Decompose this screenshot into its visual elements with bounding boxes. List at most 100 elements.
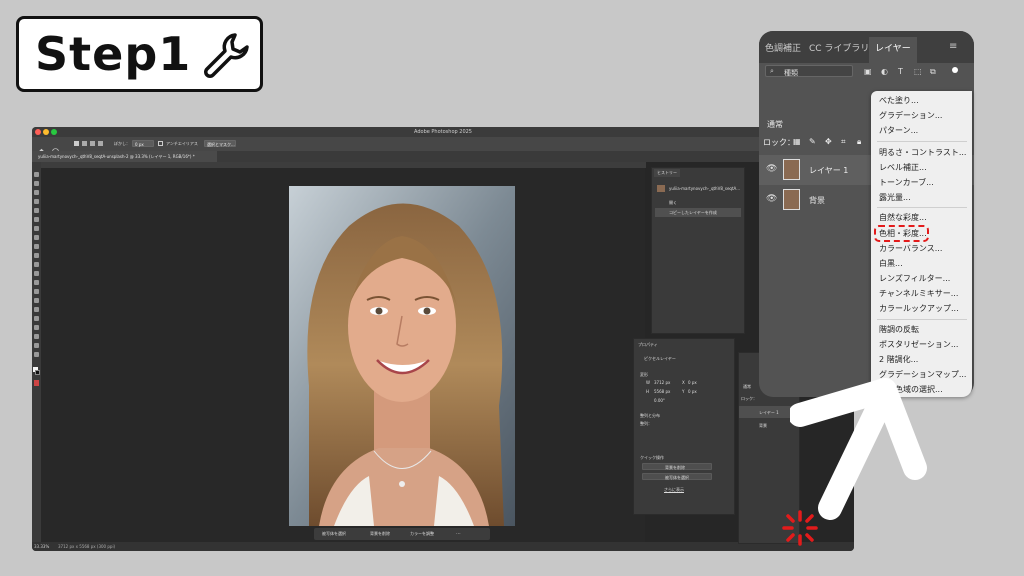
panel-menu-icon[interactable]: ≡ [949, 41, 957, 52]
clone-stamp-tool-icon[interactable] [34, 253, 39, 258]
highlight-box [874, 225, 929, 242]
height-label: H [646, 389, 650, 394]
crop-tool-icon[interactable] [34, 208, 39, 213]
tab-cc-libraries[interactable]: CC ライブラリ [809, 41, 869, 54]
tab-adjustments[interactable]: 色調補正 [765, 41, 801, 54]
subtract-selection-icon[interactable] [90, 141, 95, 146]
document-tabs: yuliia-martynovych-_qthV8_seqtA-unsplash… [32, 151, 854, 162]
visibility-eye-icon[interactable]: 👁︎ [766, 194, 777, 204]
width-value[interactable]: 3712 px [654, 380, 670, 385]
lasso-tool-icon[interactable] [52, 140, 59, 154]
menu-item-curves[interactable]: トーンカーブ... [879, 178, 934, 188]
zoom-tool-icon[interactable] [34, 352, 39, 357]
more-options-icon[interactable]: ⋯ [456, 531, 461, 537]
menu-item-pattern[interactable]: パターン... [879, 126, 918, 136]
quick-mask-icon[interactable] [34, 380, 39, 386]
adjustment-filter-icon[interactable]: ◐ [881, 67, 888, 76]
menu-item-photo-filter[interactable]: レンズフィルター... [879, 274, 950, 284]
pen-tool-icon[interactable] [34, 307, 39, 312]
x-value[interactable]: 0 px [688, 380, 697, 385]
lock-all-icon[interactable]: 🔒︎ [857, 137, 861, 147]
properties-tab[interactable]: プロパティ [638, 342, 658, 348]
width-label: W [646, 380, 650, 385]
remove-background-button[interactable]: 背景を削除 [370, 531, 390, 537]
healing-brush-tool-icon[interactable] [34, 235, 39, 240]
menu-item-color-lookup[interactable]: カラールックアップ... [879, 304, 959, 314]
menu-item-levels[interactable]: レベル補正... [879, 163, 927, 173]
document-dimensions: 3712 px x 5568 px (300 ppi) [58, 544, 116, 549]
object-select-tool-icon[interactable] [34, 199, 39, 204]
adjust-color-button[interactable]: カラーを調整 [410, 531, 434, 537]
intersect-selection-icon[interactable] [98, 141, 103, 146]
remove-background-action[interactable]: 背景を削除 [642, 463, 712, 470]
photoshop-window: Adobe Photoshop 2025 ぼかし： 0 px アンチエイリアス … [32, 127, 854, 551]
select-subject-button[interactable]: 被写体を選択 [322, 531, 346, 537]
menu-item-invert[interactable]: 階調の反転 [879, 325, 919, 335]
hand-tool-icon[interactable] [34, 343, 39, 348]
lock-transparency-icon[interactable]: ▦ [793, 137, 801, 146]
select-subject-action[interactable]: 被写体を選択 [642, 473, 712, 480]
background-color-swatch[interactable] [35, 370, 40, 375]
menu-item-posterize[interactable]: ポスタリゼーション... [879, 340, 958, 350]
snapshot-thumbnail [657, 185, 665, 192]
smart-object-filter-icon[interactable]: ⧉ [930, 67, 936, 77]
history-brush-tool-icon[interactable] [34, 262, 39, 267]
document-tab[interactable]: yuliia-martynovych-_qthV8_seqtA-unsplash… [32, 151, 217, 162]
menu-item-solid-color[interactable]: べた塗り... [879, 96, 919, 106]
pixel-filter-icon[interactable]: ▣ [864, 67, 872, 76]
add-selection-icon[interactable] [82, 141, 87, 146]
y-value[interactable]: 0 px [688, 389, 697, 394]
menu-item-brightness-contrast[interactable]: 明るさ・コントラスト... [879, 148, 966, 158]
menu-item-color-balance[interactable]: カラーバランス... [879, 244, 942, 254]
show-more-link[interactable]: さらに表示 [664, 487, 684, 493]
shape-tool-icon[interactable] [34, 334, 39, 339]
history-tab[interactable]: ヒストリー [654, 169, 680, 177]
move-tool-icon[interactable] [34, 172, 39, 177]
lock-position-icon[interactable]: ✥ [825, 137, 832, 146]
shape-filter-icon[interactable]: ⬚ [914, 67, 922, 76]
home-icon[interactable] [38, 140, 45, 155]
blur-tool-icon[interactable] [34, 289, 39, 294]
menu-item-gradient[interactable]: グラデーション... [879, 111, 942, 121]
brush-tool-icon[interactable] [34, 244, 39, 249]
height-value[interactable]: 5568 px [654, 389, 670, 394]
dodge-tool-icon[interactable] [34, 298, 39, 303]
new-selection-icon[interactable] [74, 141, 79, 146]
lasso-tool-icon[interactable] [34, 190, 39, 195]
menu-item-exposure[interactable]: 露光量... [879, 193, 911, 203]
eyedropper-tool-icon[interactable] [34, 226, 39, 231]
history-step[interactable]: コピーしたレイヤーを作成 [655, 208, 741, 217]
window-title: Adobe Photoshop 2025 [414, 129, 472, 135]
angle-value[interactable]: 0.00° [654, 398, 665, 403]
path-select-tool-icon[interactable] [34, 325, 39, 330]
feather-value: 0 px [135, 142, 144, 147]
type-tool-icon[interactable] [34, 316, 39, 321]
lock-artboard-icon[interactable]: ⌗ [841, 137, 846, 147]
snapshot-label: yuliia-martynovych-_qthV8_seqtA... [669, 186, 741, 191]
history-step[interactable]: 開く [655, 198, 741, 207]
eraser-tool-icon[interactable] [34, 271, 39, 276]
type-filter-icon[interactable]: T [898, 67, 903, 76]
menu-item-black-white[interactable]: 白黒... [879, 259, 903, 269]
layer-filter-select[interactable]: ⌕ 種類 [765, 65, 853, 77]
visibility-eye-icon[interactable]: 👁︎ [766, 164, 777, 174]
filter-toggle[interactable] [952, 67, 958, 73]
blend-mode-small[interactable]: 通常 [743, 384, 751, 390]
lock-image-icon[interactable]: ✎ [809, 137, 816, 146]
frame-tool-icon[interactable] [34, 217, 39, 222]
properties-panel: プロパティ ピクセルレイヤー 変形 W 3712 px X 0 px H 556… [633, 338, 735, 515]
history-step-label: コピーしたレイヤーを作成 [669, 210, 717, 215]
menu-item-vibrance[interactable]: 自然な彩度... [879, 213, 927, 223]
antialias-checkbox[interactable] [158, 141, 163, 146]
feather-label: ぼかし： [114, 141, 130, 146]
marquee-tool-icon[interactable] [34, 181, 39, 186]
menu-item-channel-mixer[interactable]: チャンネルミキサー... [879, 289, 958, 299]
lock-label: ロック： [763, 138, 795, 147]
gradient-tool-icon[interactable] [34, 280, 39, 285]
feather-input[interactable]: 0 px [132, 140, 154, 147]
history-snapshot[interactable]: yuliia-martynovych-_qthV8_seqtA... [655, 184, 741, 193]
search-icon: ⌕ [770, 67, 774, 75]
tab-layers[interactable]: レイヤー [875, 41, 911, 54]
select-and-mask-button[interactable]: 選択とマスク... [204, 140, 236, 147]
layer-type-label: ピクセルレイヤー [644, 356, 676, 361]
